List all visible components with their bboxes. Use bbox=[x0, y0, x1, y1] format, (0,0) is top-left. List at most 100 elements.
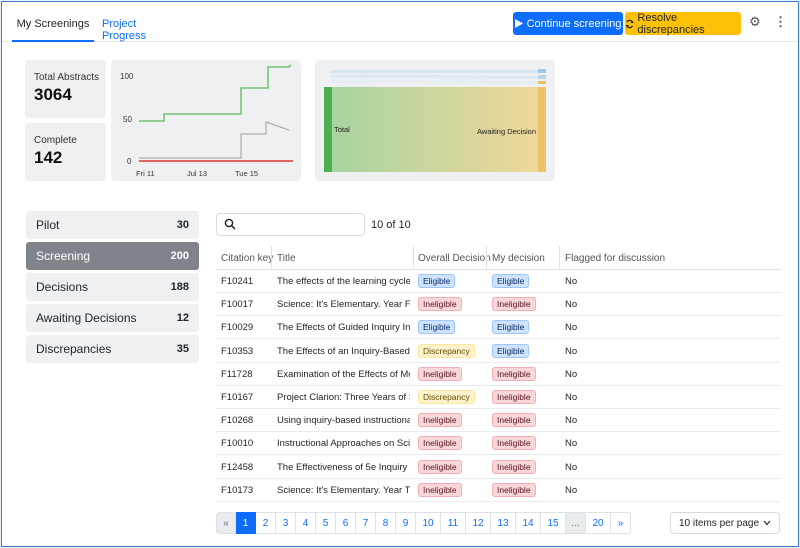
overall-decision-badge: Ineligible bbox=[418, 436, 462, 451]
x-tick-fri11: Fri 11 bbox=[136, 169, 155, 178]
resolve-discrepancies-label: Resolve discrepancies bbox=[637, 11, 705, 36]
page-15[interactable]: 15 bbox=[541, 512, 566, 534]
page-14[interactable]: 14 bbox=[516, 512, 541, 534]
table-row[interactable]: F10268 Using inquiry-based instructional.… bbox=[216, 409, 781, 433]
sidebar-item-count: 188 bbox=[170, 281, 189, 293]
page-4[interactable]: 4 bbox=[296, 512, 316, 534]
col-flagged[interactable]: Flagged for discussion bbox=[565, 253, 665, 264]
page-10[interactable]: 10 bbox=[416, 512, 441, 534]
total-abstracts-card: Total Abstracts 3064 bbox=[25, 60, 106, 118]
tab-my-screenings[interactable]: My Screenings bbox=[12, 12, 94, 42]
col-my-decision[interactable]: My decision bbox=[492, 253, 545, 264]
sidebar-item-count: 12 bbox=[176, 312, 189, 324]
citation-key: F12458 bbox=[221, 461, 254, 473]
page-7[interactable]: 7 bbox=[356, 512, 376, 534]
page-2[interactable]: 2 bbox=[256, 512, 276, 534]
items-per-page-label: 10 items per page bbox=[679, 517, 760, 529]
search-input[interactable] bbox=[241, 217, 361, 233]
my-decision-badge: Ineligible bbox=[492, 436, 536, 451]
flagged-value: No bbox=[565, 345, 578, 357]
search-box bbox=[216, 213, 365, 236]
title-link[interactable]: Instructional Approaches on Scie... bbox=[277, 438, 410, 449]
table-row[interactable]: F10167 Project Clarion: Three Years of Sc… bbox=[216, 386, 781, 409]
title-link[interactable]: The Effectiveness of 5e Inquiry L... bbox=[277, 462, 410, 473]
overall-decision-badge: Ineligible bbox=[418, 482, 462, 497]
kebab-icon[interactable]: ⋮ bbox=[774, 15, 787, 29]
title-link[interactable]: Using inquiry-based instructional... bbox=[277, 415, 410, 426]
table-row[interactable]: F10017 Science: It's Elementary. Year Fou… bbox=[216, 293, 781, 317]
citation-key: F10241 bbox=[221, 276, 254, 287]
sidebar-item-label: Discrepancies bbox=[36, 342, 112, 356]
next-page-button[interactable]: » bbox=[611, 512, 631, 534]
x-tick-tue15: Tue 15 bbox=[235, 169, 258, 178]
sankey-diagram: Total Awaiting Decision bbox=[324, 69, 546, 172]
complete-label: Complete bbox=[34, 135, 77, 146]
pagination: «1 2 3 4 5 6 7 8 9 10 11 12 13 14 15... 20» bbox=[216, 512, 631, 534]
sankey-card: Total Awaiting Decision bbox=[315, 60, 555, 181]
citation-key: F10167 bbox=[221, 392, 254, 403]
title-link[interactable]: Science: It's Elementary. Year Fou... bbox=[277, 299, 410, 310]
page-5[interactable]: 5 bbox=[316, 512, 336, 534]
items-per-page-select[interactable]: 10 items per page bbox=[670, 512, 780, 534]
title-link[interactable]: The Effects of an Inquiry-Based I... bbox=[277, 346, 410, 357]
prev-page-button[interactable]: « bbox=[216, 512, 236, 534]
search-icon bbox=[224, 218, 236, 230]
sidebar-item-label: Pilot bbox=[36, 218, 60, 232]
page-9[interactable]: 9 bbox=[396, 512, 416, 534]
complete-card: Complete 142 bbox=[25, 123, 106, 181]
table-row[interactable]: F10241 The effects of the learning cycle … bbox=[216, 270, 781, 293]
table-row[interactable]: F12458 The Effectiveness of 5e Inquiry L.… bbox=[216, 456, 781, 479]
flagged-value: No bbox=[565, 299, 578, 311]
progress-chart-card: 100 50 0 Fri 11 Jul 13 Tue 15 bbox=[111, 60, 301, 181]
citation-key: F10173 bbox=[221, 484, 254, 496]
sidebar-item-screening[interactable]: Screening 200 bbox=[26, 242, 199, 270]
table-row[interactable]: F10029 The Effects of Guided Inquiry Ins.… bbox=[216, 316, 781, 340]
my-decision-badge: Ineligible bbox=[492, 297, 536, 312]
citation-key: F11728 bbox=[221, 368, 253, 380]
sidebar-item-pilot[interactable]: Pilot 30 bbox=[26, 211, 199, 239]
y-tick-0: 0 bbox=[127, 157, 132, 166]
page-ellipsis[interactable]: ... bbox=[566, 512, 586, 534]
my-decision-badge: Ineligible bbox=[492, 366, 536, 381]
gear-icon[interactable]: ⚙ bbox=[748, 15, 762, 29]
resolve-discrepancies-button[interactable]: Resolve discrepancies bbox=[625, 11, 741, 36]
table-row[interactable]: F10353 The Effects of an Inquiry-Based I.… bbox=[216, 339, 781, 363]
col-citation-key[interactable]: Citation key bbox=[221, 253, 273, 264]
page-8[interactable]: 8 bbox=[376, 512, 396, 534]
flagged-value: No bbox=[565, 368, 578, 380]
overall-decision-badge: Ineligible bbox=[418, 413, 462, 428]
flagged-value: No bbox=[565, 415, 578, 427]
page-11[interactable]: 11 bbox=[441, 512, 466, 534]
col-overall-decision[interactable]: Overall Decision bbox=[418, 253, 491, 264]
sankey-right-label: Awaiting Decision bbox=[477, 127, 536, 136]
table-row[interactable]: F10010 Instructional Approaches on Scie..… bbox=[216, 432, 781, 456]
continue-screening-button[interactable]: Continue screening bbox=[513, 12, 623, 35]
table-row[interactable]: F10173 Science: It's Elementary. Year Tw.… bbox=[216, 478, 781, 502]
page-1[interactable]: 1 bbox=[236, 512, 256, 534]
play-icon bbox=[514, 19, 523, 28]
overall-decision-badge: Ineligible bbox=[418, 297, 462, 312]
overall-decision-badge: Eligible bbox=[418, 274, 456, 288]
title-link[interactable]: Science: It's Elementary. Year Tw... bbox=[277, 485, 410, 496]
title-link[interactable]: Examination of the Effects of Mo... bbox=[277, 369, 410, 380]
title-link[interactable]: The Effects of Guided Inquiry Ins... bbox=[277, 322, 410, 333]
flagged-value: No bbox=[565, 438, 578, 450]
sidebar-item-decisions[interactable]: Decisions 188 bbox=[26, 273, 199, 301]
sidebar-item-awaiting-decisions[interactable]: Awaiting Decisions 12 bbox=[26, 304, 199, 332]
page-13[interactable]: 13 bbox=[491, 512, 516, 534]
page-20[interactable]: 20 bbox=[586, 512, 611, 534]
sidebar-item-discrepancies[interactable]: Discrepancies 35 bbox=[26, 335, 199, 363]
sankey-right-node bbox=[538, 87, 546, 172]
my-decision-badge: Eligible bbox=[492, 320, 530, 335]
page-3[interactable]: 3 bbox=[276, 512, 296, 534]
tab-project-progress[interactable]: Project Progress bbox=[102, 12, 174, 42]
page-12[interactable]: 12 bbox=[466, 512, 491, 534]
page-6[interactable]: 6 bbox=[336, 512, 356, 534]
sankey-left-label: Total bbox=[334, 125, 350, 134]
title-link[interactable]: The effects of the learning cycle I... bbox=[277, 276, 410, 287]
col-title[interactable]: Title bbox=[277, 253, 296, 264]
overall-decision-badge: Discrepancy bbox=[418, 343, 475, 358]
complete-value: 142 bbox=[34, 148, 63, 167]
title-link[interactable]: Project Clarion: Three Years of Sc... bbox=[277, 392, 410, 403]
table-row[interactable]: F11728 Examination of the Effects of Mo..… bbox=[216, 363, 781, 386]
